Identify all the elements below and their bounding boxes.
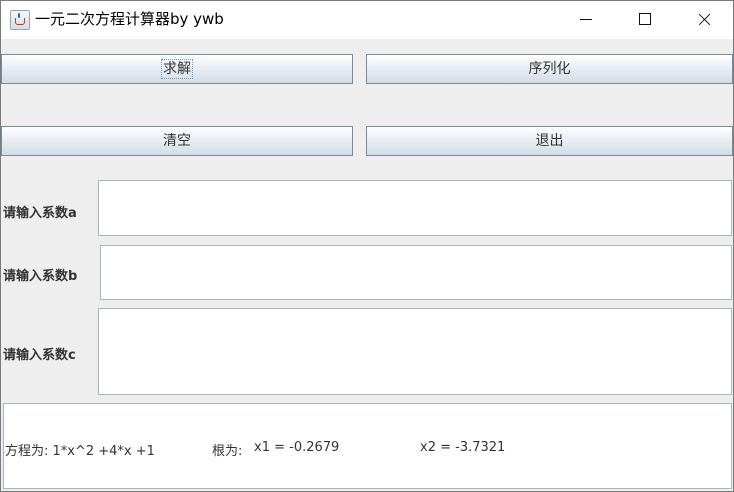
coefficient-b-label: 请输入系数b	[3, 269, 78, 284]
coefficient-a-input[interactable]	[98, 180, 732, 236]
root-x1-text: x1 = -0.2679	[254, 440, 340, 455]
coefficient-a-label: 请输入系数a	[3, 206, 77, 221]
title-bar: 一元二次方程计算器by ywb	[1, 1, 733, 39]
coefficient-c-input[interactable]	[98, 308, 732, 395]
clear-button-label: 清空	[163, 133, 191, 149]
exit-button[interactable]: 退出	[366, 126, 733, 156]
serialize-button-label: 序列化	[528, 61, 571, 77]
serialize-button[interactable]: 序列化	[366, 54, 733, 84]
maximize-icon[interactable]	[622, 1, 668, 39]
clear-button[interactable]: 清空	[1, 126, 353, 156]
solve-button-label: 求解	[161, 59, 193, 79]
java-app-icon	[10, 10, 30, 30]
coefficient-b-input[interactable]	[100, 245, 732, 300]
minimize-icon[interactable]	[563, 1, 609, 39]
roots-label: 根为:	[212, 444, 243, 459]
app-window: 一元二次方程计算器by ywb 求解 序列化 清空 退出 请输入系数a 请输入系…	[0, 0, 734, 492]
close-icon[interactable]	[681, 1, 727, 39]
result-panel: 方程为: 1*x^2 +4*x +1 根为: x1 = -0.2679 x2 =…	[3, 403, 732, 489]
coefficient-c-label: 请输入系数c	[3, 348, 76, 363]
equation-text: 方程为: 1*x^2 +4*x +1	[5, 444, 155, 459]
solve-button[interactable]: 求解	[1, 54, 353, 84]
root-x2-text: x2 = -3.7321	[420, 440, 506, 455]
window-title: 一元二次方程计算器by ywb	[35, 10, 224, 28]
exit-button-label: 退出	[535, 133, 564, 149]
